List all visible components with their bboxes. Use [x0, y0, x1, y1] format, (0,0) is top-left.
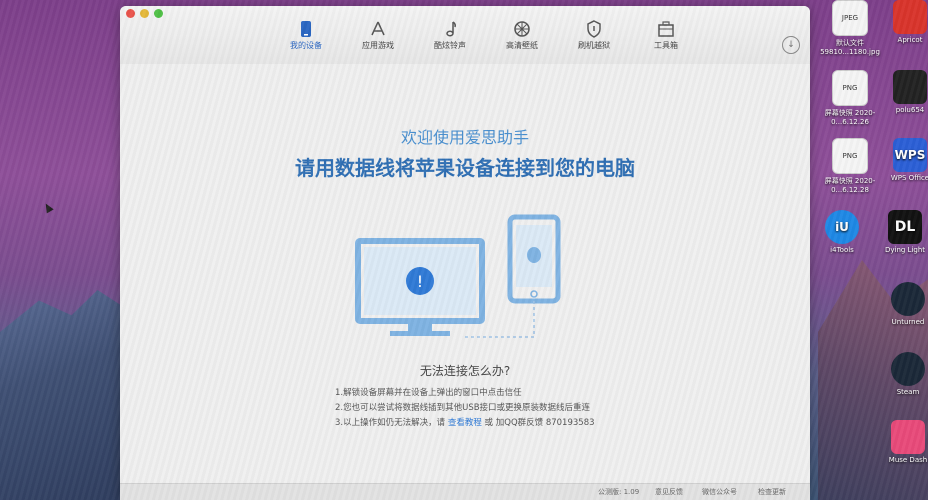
- app-store-icon: [342, 18, 414, 40]
- shield-icon: [558, 18, 630, 40]
- feedback-link[interactable]: 意见反馈: [655, 487, 683, 497]
- view-tutorial-link[interactable]: 查看教程: [448, 418, 482, 428]
- desktop-app-i4tools[interactable]: iU i4Tools: [812, 210, 872, 254]
- svg-text:!: !: [417, 272, 423, 291]
- music-note-icon: [414, 18, 486, 40]
- phone-icon: [270, 18, 342, 40]
- desktop-app-unturned[interactable]: Unturned: [878, 282, 928, 326]
- connect-device-illustration: !: [355, 214, 561, 338]
- i4tools-window: 我的设备 应用游戏 酷炫铃声 高清壁纸 刷机越狱 工具箱 ↓ 欢迎使用爱思助手 …: [120, 6, 810, 500]
- desktop-app-steam[interactable]: Steam: [878, 352, 928, 396]
- help-steps: 1.解锁设备屏幕并在设备上弹出的窗口中点击信任 2.您也可以尝试将数据线插到其他…: [335, 386, 595, 431]
- help-step-1: 1.解锁设备屏幕并在设备上弹出的窗口中点击信任: [335, 388, 522, 398]
- image-file-icon: PNG: [832, 70, 868, 106]
- close-button[interactable]: [126, 9, 135, 18]
- welcome-text: 欢迎使用爱思助手: [400, 128, 529, 147]
- dying-light-icon: DL: [888, 210, 922, 244]
- gamepad-icon: [893, 70, 927, 104]
- desktop-app-dying-light[interactable]: DL Dying Light: [875, 210, 928, 254]
- desktop-wallpaper-mountain-left: [0, 290, 130, 500]
- image-file-icon: JPEG: [832, 0, 868, 36]
- tab-ringtones[interactable]: 酷炫铃声: [414, 18, 486, 51]
- app-icon: [893, 0, 927, 34]
- desktop-app-wps[interactable]: WPS WPS Office: [880, 138, 928, 182]
- tab-apps-games[interactable]: 应用游戏: [342, 18, 414, 51]
- status-bar: 公测版: 1.09 意见反馈 微信公众号 检查更新: [120, 483, 810, 500]
- muse-dash-icon: [891, 420, 925, 454]
- help-step-2: 2.您也可以尝试将数据线插到其他USB接口或更换原装数据线后重连: [335, 403, 591, 413]
- desktop-file-png-2[interactable]: PNG 屏幕快照 2020-0...6.12.28: [820, 138, 880, 194]
- wps-icon: WPS: [893, 138, 927, 172]
- monitor-icon: !: [355, 238, 485, 336]
- main-content: 欢迎使用爱思助手 请用数据线将苹果设备连接到您的电脑 ! 无法连接怎么办? 1.…: [120, 64, 810, 500]
- desktop-app-apricot[interactable]: Apricot: [880, 0, 928, 44]
- window-controls: [126, 9, 163, 18]
- minimize-button[interactable]: [140, 9, 149, 18]
- connect-instruction: 请用数据线将苹果设备连接到您的电脑: [295, 156, 635, 180]
- flower-icon: [486, 18, 558, 40]
- download-icon[interactable]: ↓: [782, 36, 800, 54]
- help-step-3: 3.以上操作如仍无法解决，请 查看教程 或 加QQ群反馈 870193583: [335, 418, 595, 428]
- i4tools-icon: iU: [825, 210, 859, 244]
- check-update-link[interactable]: 检查更新: [758, 487, 786, 497]
- version-label: 公测版: 1.09: [598, 488, 640, 496]
- tab-toolbox[interactable]: 工具箱: [630, 18, 702, 51]
- wechat-link[interactable]: 微信公众号: [702, 487, 737, 497]
- tab-wallpapers[interactable]: 高清壁纸: [486, 18, 558, 51]
- desktop-file-jpg[interactable]: JPEG 默认文件 59810...1180.jpg: [820, 0, 880, 56]
- window-toolbar: 我的设备 应用游戏 酷炫铃声 高清壁纸 刷机越狱 工具箱 ↓: [120, 6, 810, 65]
- desktop-app-polu[interactable]: polu654: [880, 70, 928, 114]
- zoom-button[interactable]: [154, 9, 163, 18]
- main-nav: 我的设备 应用游戏 酷炫铃声 高清壁纸 刷机越狱 工具箱: [270, 18, 702, 51]
- iphone-icon: [507, 214, 561, 304]
- mouse-cursor: [42, 201, 54, 214]
- image-file-icon: PNG: [832, 138, 868, 174]
- help-title: 无法连接怎么办?: [419, 364, 511, 378]
- steam-icon: [891, 282, 925, 316]
- desktop-app-muse-dash[interactable]: Muse Dash: [878, 420, 928, 464]
- steam-icon: [891, 352, 925, 386]
- toolbox-icon: [630, 18, 702, 40]
- tab-flash-jailbreak[interactable]: 刷机越狱: [558, 18, 630, 51]
- tab-my-device[interactable]: 我的设备: [270, 18, 342, 51]
- desktop-file-png-1[interactable]: PNG 屏幕快照 2020-0...6.12.26: [820, 70, 880, 126]
